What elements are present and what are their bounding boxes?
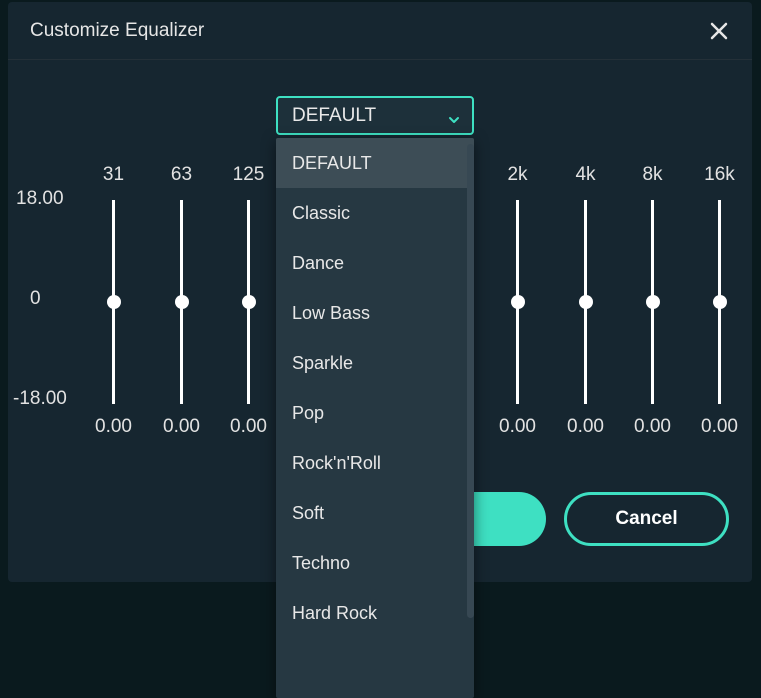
eq-band: 2k 0.00: [484, 160, 551, 438]
eq-band-thumb[interactable]: [511, 295, 525, 309]
eq-band-slider[interactable]: [584, 200, 587, 404]
scale-mid-label: 0: [30, 288, 41, 310]
eq-band-slider[interactable]: [718, 200, 721, 404]
cancel-label: Cancel: [615, 508, 677, 530]
eq-band: 16k 0.00: [686, 160, 753, 438]
eq-band-freq: 125: [233, 160, 265, 190]
eq-band-thumb[interactable]: [646, 295, 660, 309]
eq-band-slider[interactable]: [247, 200, 250, 404]
preset-select[interactable]: DEFAULT: [276, 96, 474, 135]
preset-option[interactable]: Hard Rock: [276, 588, 474, 638]
close-icon[interactable]: [710, 18, 728, 44]
eq-band-freq: 2k: [507, 160, 527, 190]
dialog-title: Customize Equalizer: [30, 20, 204, 42]
preset-option[interactable]: Sparkle: [276, 338, 474, 388]
scale-min-label: -18.00: [13, 388, 67, 410]
eq-band: 630.00: [148, 160, 215, 438]
eq-band-freq: 63: [171, 160, 192, 190]
eq-band-thumb[interactable]: [579, 295, 593, 309]
preset-option[interactable]: Soft: [276, 488, 474, 538]
eq-band: 310.00: [80, 160, 147, 438]
eq-band-value: 0.00: [499, 416, 536, 438]
eq-band-thumb[interactable]: [175, 295, 189, 309]
eq-band-thumb[interactable]: [107, 295, 121, 309]
eq-band-slider[interactable]: [180, 200, 183, 404]
preset-selected-label: DEFAULT: [292, 105, 376, 127]
preset-option[interactable]: DEFAULT: [276, 138, 474, 188]
eq-band: 4k 0.00: [552, 160, 619, 438]
eq-band-slider[interactable]: [516, 200, 519, 404]
cancel-button[interactable]: Cancel: [564, 492, 729, 546]
preset-option[interactable]: Dance: [276, 238, 474, 288]
preset-option[interactable]: Low Bass: [276, 288, 474, 338]
preset-option[interactable]: Techno: [276, 538, 474, 588]
preset-dropdown[interactable]: DEFAULTClassicDanceLow BassSparklePopRoc…: [276, 138, 474, 698]
eq-band-slider[interactable]: [112, 200, 115, 404]
eq-band-value: 0.00: [230, 416, 267, 438]
preset-option[interactable]: Rock'n'Roll: [276, 438, 474, 488]
chevron-down-icon: [448, 110, 460, 122]
eq-band-thumb[interactable]: [242, 295, 256, 309]
dropdown-scrollbar[interactable]: [467, 144, 474, 618]
eq-band-value: 0.00: [163, 416, 200, 438]
eq-band-freq: 4k: [575, 160, 595, 190]
eq-band-freq: 16k: [704, 160, 735, 190]
eq-band-freq: 8k: [642, 160, 662, 190]
preset-option[interactable]: Pop: [276, 388, 474, 438]
eq-band: 8k 0.00: [619, 160, 686, 438]
titlebar: Customize Equalizer: [8, 2, 752, 60]
eq-band-thumb[interactable]: [713, 295, 727, 309]
dialog-content: DEFAULT 18.00 0 -18.00 310.00630.001250.…: [8, 60, 752, 582]
scale-max-label: 18.00: [16, 188, 64, 210]
eq-band-value: 0.00: [701, 416, 738, 438]
preset-option[interactable]: Classic: [276, 188, 474, 238]
eq-band-value: 0.00: [567, 416, 604, 438]
eq-band-freq: 31: [103, 160, 124, 190]
eq-band-value: 0.00: [95, 416, 132, 438]
equalizer-dialog: Customize Equalizer DEFAULT 18.00 0 -18.…: [8, 2, 752, 582]
preset-dropdown-list: DEFAULTClassicDanceLow BassSparklePopRoc…: [276, 138, 474, 638]
eq-band-slider[interactable]: [651, 200, 654, 404]
eq-band-value: 0.00: [634, 416, 671, 438]
eq-band: 125 0.00: [215, 160, 282, 438]
